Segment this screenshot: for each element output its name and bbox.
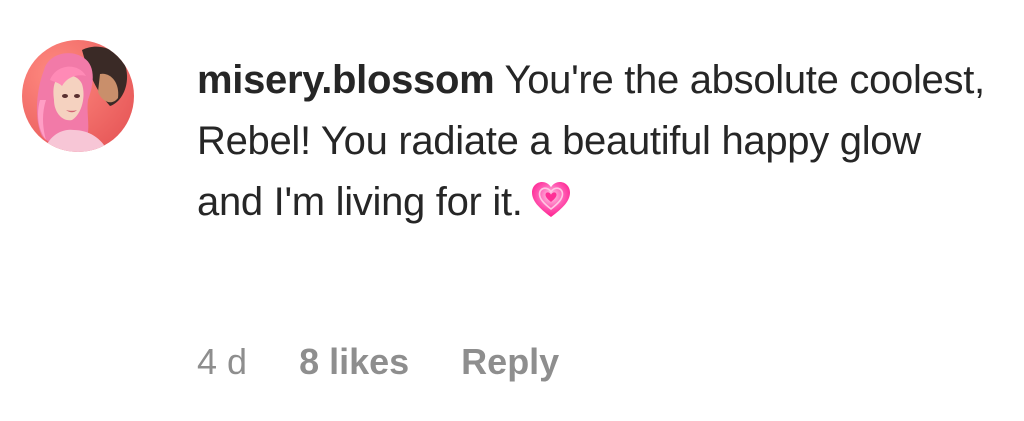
comment-meta: 4 d 8 likes Reply	[197, 340, 559, 384]
comment: misery.blossom You're the absolute coole…	[0, 0, 1024, 421]
reply-button[interactable]: Reply	[461, 340, 559, 384]
avatar[interactable]	[22, 40, 134, 152]
comment-text-block: misery.blossom You're the absolute coole…	[197, 50, 997, 233]
comment-body: misery.blossom You're the absolute coole…	[197, 50, 997, 233]
growing-heart-icon	[531, 181, 571, 219]
avatar-photo	[22, 40, 134, 152]
timestamp[interactable]: 4 d	[197, 340, 247, 384]
username-link[interactable]: misery.blossom	[197, 58, 495, 102]
likes-count[interactable]: 8 likes	[299, 340, 409, 384]
